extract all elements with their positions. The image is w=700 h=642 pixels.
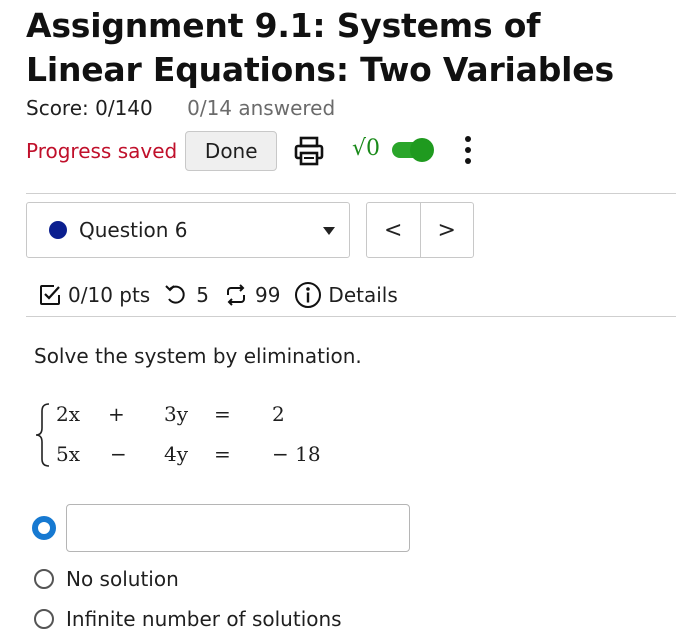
chevron-down-icon (323, 227, 335, 235)
previous-question-button[interactable]: < (367, 203, 420, 257)
equals-sign: = (214, 402, 231, 426)
versions-count: 99 (254, 283, 281, 307)
progress-saved-status: Progress saved (26, 139, 178, 163)
question-select[interactable]: Question 6 (26, 202, 350, 258)
retries-count: 5 (196, 283, 209, 307)
equals-sign: = (214, 442, 231, 466)
kebab-menu-icon[interactable] (461, 134, 475, 168)
radio-infinite-solutions[interactable] (34, 609, 54, 629)
term-b: 4y (164, 442, 189, 466)
question-nav-group: < > (366, 202, 474, 258)
math-toggle-knob[interactable] (410, 138, 434, 162)
versions-icon (226, 284, 245, 306)
math-toggle-label: √0 (352, 136, 381, 161)
term-a: 2x (56, 402, 81, 426)
question-status-dot (49, 221, 67, 239)
divider (26, 316, 676, 317)
done-button[interactable]: Done (185, 131, 278, 171)
question-select-label: Question 6 (79, 218, 188, 242)
toolbar: Progress saved Done (26, 130, 278, 172)
next-question-button[interactable]: > (419, 203, 474, 257)
points-text: 0/10 pts (68, 283, 151, 307)
radio-no-solution[interactable] (34, 569, 54, 589)
printer-icon[interactable] (293, 135, 325, 167)
info-icon[interactable] (294, 281, 322, 309)
option-infinite-solutions-label[interactable]: Infinite number of solutions (66, 607, 342, 631)
answer-input[interactable] (66, 504, 410, 552)
left-brace (35, 403, 50, 467)
score-row: Score: 0/140 0/14 answered (26, 96, 335, 120)
retry-icon (165, 285, 185, 304)
checkbox-score-icon (40, 285, 60, 305)
option-no-solution-label[interactable]: No solution (66, 567, 179, 591)
term-a: 5x (56, 442, 81, 466)
assignment-title: Assignment 9.1: Systems of Linear Equati… (26, 6, 614, 89)
answered-count: 0/14 answered (187, 96, 336, 120)
question-prompt: Solve the system by elimination. (34, 344, 362, 368)
details-link[interactable]: Details (328, 283, 397, 307)
score-text: Score: 0/140 (26, 96, 153, 120)
constant: 2 (272, 402, 285, 426)
constant: − 18 (272, 442, 321, 466)
operator: + (108, 402, 125, 426)
divider (26, 193, 676, 194)
radio-answer-input[interactable] (32, 516, 56, 540)
question-meta: 0/10 pts 5 99 Details (38, 281, 398, 309)
term-b: 3y (164, 402, 189, 426)
operator: − (110, 442, 127, 466)
